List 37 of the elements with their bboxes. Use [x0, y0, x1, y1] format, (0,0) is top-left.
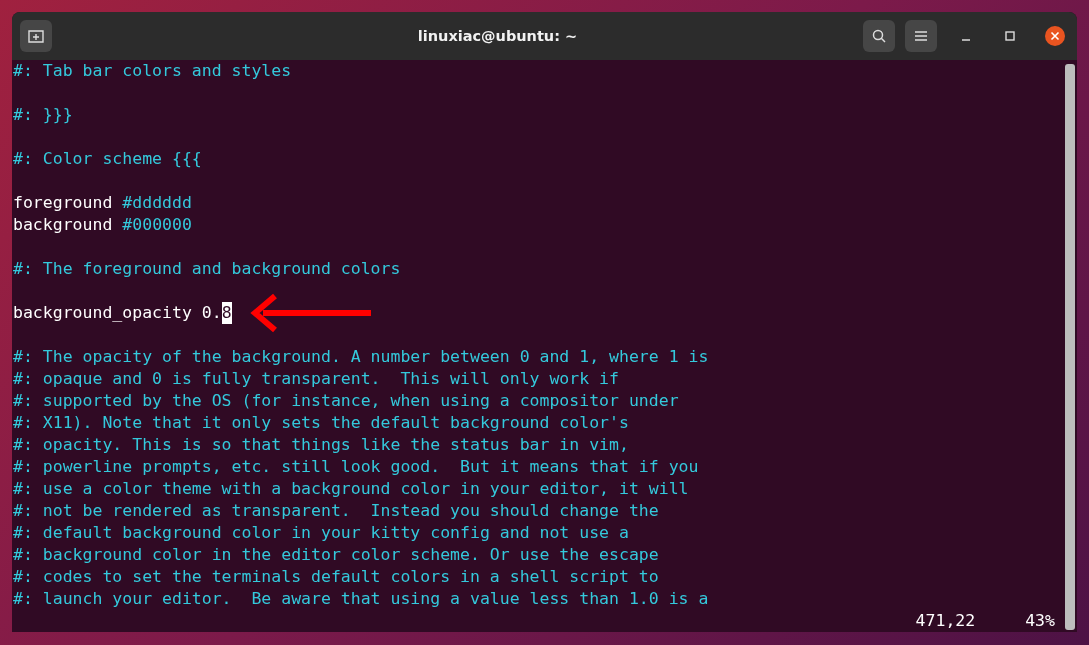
- scrollbar[interactable]: [1065, 64, 1075, 630]
- text-cursor: 8: [221, 302, 232, 324]
- comment-line: #: launch your editor. Be aware that using a value less than 1.0 is a: [13, 588, 709, 610]
- setting-key: foreground: [13, 192, 113, 214]
- close-icon: [1050, 31, 1060, 41]
- comment-line: #: powerline prompts, etc. still look good. But it means that if you: [13, 456, 699, 478]
- search-button[interactable]: [863, 20, 895, 52]
- search-icon: [872, 29, 886, 43]
- new-tab-icon: [28, 29, 44, 43]
- comment-line: #: use a color theme with a background color in your editor, it will: [13, 478, 689, 500]
- window-title: linuxiac@ubuntu: ~: [416, 28, 579, 44]
- setting-key: background: [13, 214, 113, 236]
- comment-line: #: The foreground and background colors: [13, 258, 401, 280]
- cursor-position: 471,22: [915, 610, 976, 632]
- comment-line: #: Color scheme {{{: [13, 148, 202, 170]
- comment-line: #: X11). Note that it only sets the default background color's: [13, 412, 629, 434]
- maximize-icon: [1005, 31, 1015, 41]
- scroll-percent: 43%: [1025, 610, 1055, 632]
- comment-line: #: background color in the editor color scheme. Or use the escape: [13, 544, 659, 566]
- comment-line: #: The opacity of the background. A number between 0 and 1, where 1 is: [13, 346, 709, 368]
- comment-line: #: }}}: [13, 104, 73, 126]
- setting-value: 0.: [201, 302, 222, 324]
- comment-line: #: Tab bar colors and styles: [13, 60, 292, 82]
- menu-icon: [915, 31, 927, 41]
- setting-value: #dddddd: [122, 192, 192, 214]
- close-button[interactable]: [1045, 26, 1065, 46]
- new-tab-button[interactable]: [20, 20, 52, 52]
- menu-button[interactable]: [905, 20, 937, 52]
- setting-value: #000000: [122, 214, 192, 236]
- comment-line: #: default background color in your kitty config and not use a: [13, 522, 629, 544]
- comment-line: #: codes to set the terminals default colors in a shell script to: [13, 566, 659, 588]
- setting-key: background_opacity: [13, 302, 192, 324]
- minimize-icon: [961, 39, 971, 41]
- comment-line: #: opaque and 0 is fully transparent. This will only work if: [13, 368, 619, 390]
- comment-line: #: opacity. This is so that things like the status bar in vim,: [13, 434, 629, 456]
- comment-line: #: supported by the OS (for instance, when using a compositor under: [13, 390, 679, 412]
- comment-line: #: not be rendered as transparent. Instead you should change the: [13, 500, 659, 522]
